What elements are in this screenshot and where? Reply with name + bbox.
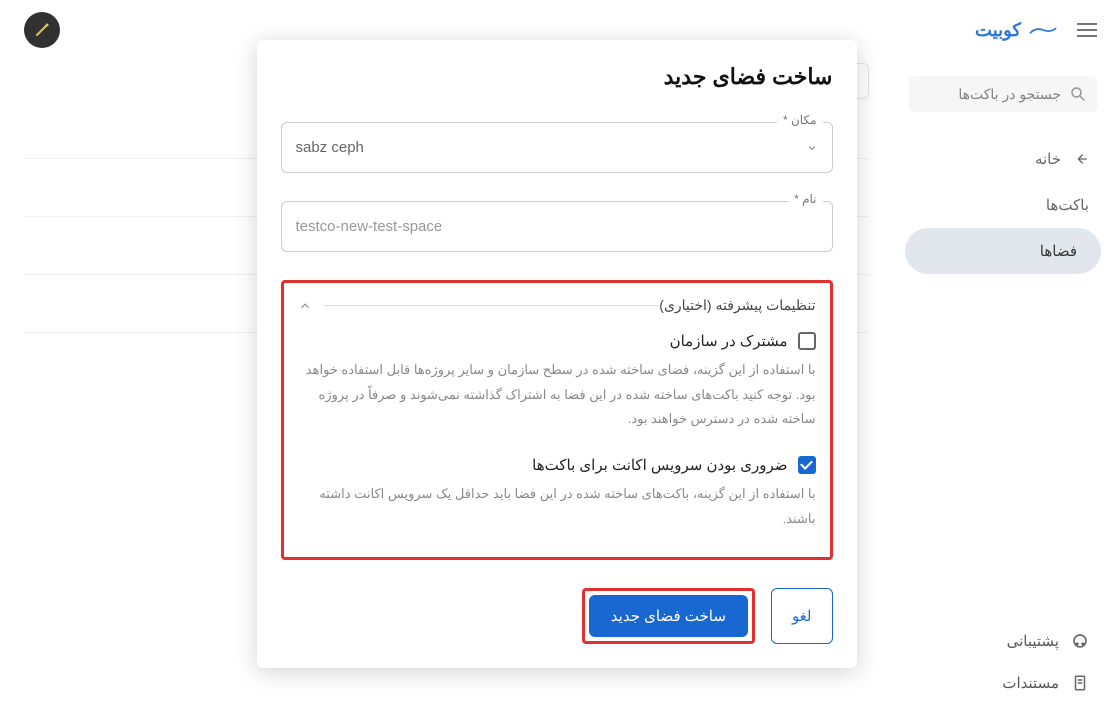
submit-button[interactable]: ساخت فضای جدید: [589, 595, 748, 637]
advanced-title: تنظیمات پیشرفته (اختیاری): [659, 297, 815, 314]
location-field[interactable]: مکان * sabz ceph: [281, 122, 833, 173]
dialog-overlay: ساخت فضای جدید مکان * sabz ceph نام * تن…: [0, 0, 1113, 728]
submit-highlight: ساخت فضای جدید: [582, 588, 755, 644]
field-label: مکان *: [777, 113, 823, 127]
checkbox-checked[interactable]: [798, 456, 816, 474]
new-space-dialog: ساخت فضای جدید مکان * sabz ceph نام * تن…: [257, 40, 857, 668]
divider: [324, 305, 660, 306]
location-value: sabz ceph: [296, 139, 364, 156]
option-label: مشترک در سازمان: [670, 332, 788, 350]
chevron-down-icon: [806, 142, 818, 154]
dialog-title: ساخت فضای جدید: [281, 64, 833, 90]
location-select[interactable]: sabz ceph: [281, 122, 833, 173]
option-desc: با استفاده از این گزینه، باکت‌های ساخته …: [298, 482, 816, 531]
option-desc: با استفاده از این گزینه، فضای ساخته شده …: [298, 358, 816, 432]
dialog-actions: ساخت فضای جدید لغو: [281, 588, 833, 644]
chevron-up-icon[interactable]: [298, 299, 312, 313]
name-input[interactable]: [296, 218, 818, 235]
cancel-button[interactable]: لغو: [771, 588, 833, 644]
name-field[interactable]: نام *: [281, 201, 833, 252]
require-service-account-option[interactable]: ضروری بودن سرویس اکانت برای باکت‌ها با ا…: [298, 456, 816, 531]
advanced-settings: تنظیمات پیشرفته (اختیاری) مشترک در سازما…: [281, 280, 833, 560]
checkbox-unchecked[interactable]: [798, 332, 816, 350]
option-label: ضروری بودن سرویس اکانت برای باکت‌ها: [532, 456, 787, 474]
field-label: نام *: [788, 192, 822, 206]
shared-org-option[interactable]: مشترک در سازمان با استفاده از این گزینه،…: [298, 332, 816, 432]
